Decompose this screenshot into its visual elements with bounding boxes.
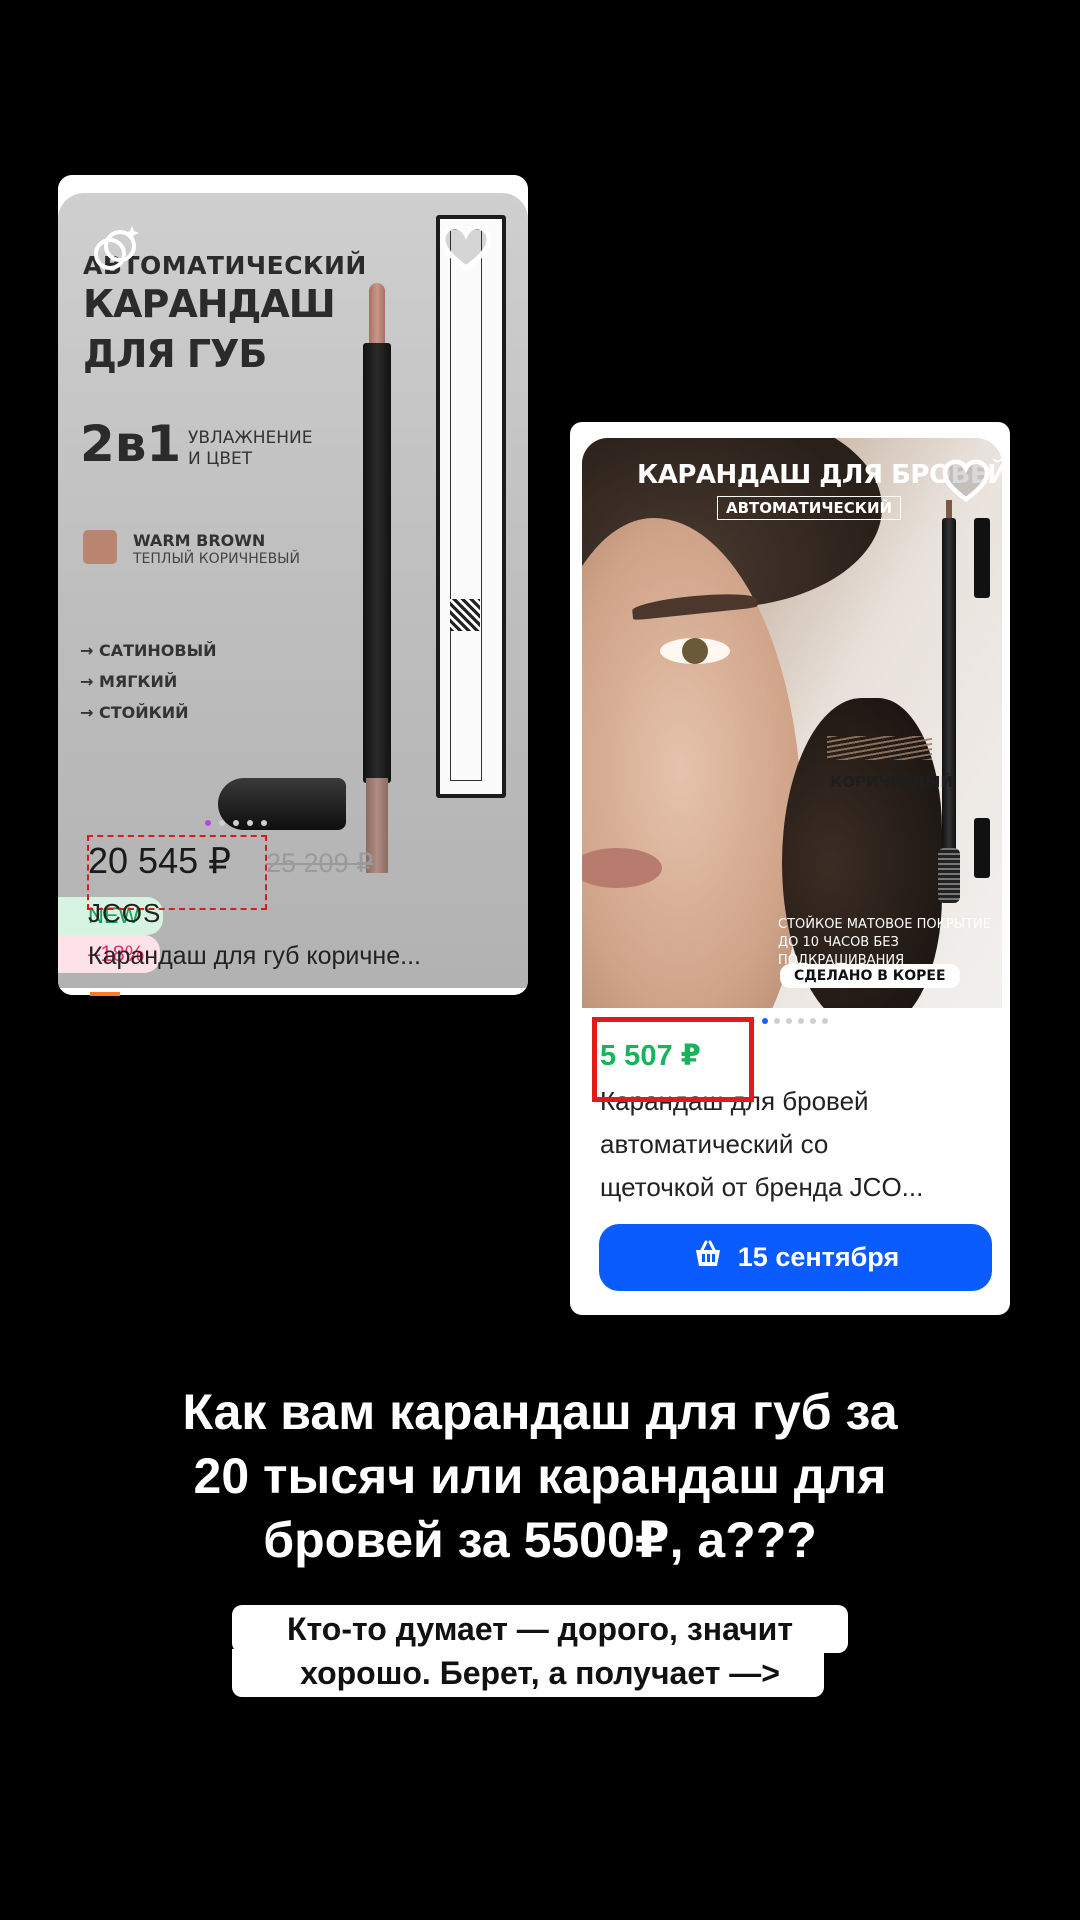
promo-benefit: УВЛАЖНЕНИЕ И ЦВЕТ	[188, 428, 313, 470]
shade-name: КОРИЧНЕВЫЙ	[830, 773, 954, 791]
feature-item: → МЯГКИЙ	[80, 672, 178, 691]
promo-line: ДЛЯ ГУБ	[83, 332, 267, 376]
favorite-heart-icon[interactable]	[940, 455, 992, 507]
origin-badge: СДЕЛАНО В КОРЕЕ	[780, 964, 960, 988]
lip-pencil-image	[363, 343, 391, 783]
favorite-heart-icon[interactable]	[440, 222, 492, 274]
shade-name-ru: ТЕПЛЫЙ КОРИЧНЕВЫЙ	[133, 551, 301, 567]
carousel-dots	[205, 820, 267, 826]
note-line: хорошо. Берет, а получает —>	[300, 1655, 780, 1691]
promo-claim: СТОЙКОЕ МАТОВОЕ ПОКРЫТИЕ ДО 10 ЧАСОВ БЕЗ…	[778, 916, 1002, 970]
pencil-cap-image	[974, 818, 990, 878]
add-to-cart-button[interactable]: 15 сентября	[599, 1224, 992, 1291]
headline-line: бровей за 5500₽, а???	[263, 1512, 817, 1568]
story-headline: Как вам карандаш для губ за 20 тысяч или…	[60, 1380, 1020, 1572]
promo-tag-strip	[90, 992, 120, 996]
carousel-dots	[762, 1018, 828, 1024]
spoolie-brush-image	[938, 848, 960, 903]
promo-benefit-line: УВЛАЖНЕНИЕ	[188, 428, 313, 448]
color-strokes-image	[827, 736, 932, 760]
product-name-line: автоматический со	[600, 1129, 829, 1159]
brow-pencil-image	[942, 518, 956, 888]
note-line: Кто-то думает — дорого, значит	[287, 1611, 793, 1647]
product-name[interactable]: Карандаш для губ коричне...	[88, 942, 421, 971]
story-note: Кто-то думает — дорого, значит хорошо. Б…	[232, 1605, 848, 1697]
pencil-tip-image	[369, 283, 385, 345]
promo-benefit-line: И ЦВЕТ	[188, 449, 253, 469]
promo-claim-line: СТОЙКОЕ МАТОВОЕ ПОКРЫТИЕ	[778, 917, 991, 932]
pencil-cap-image	[974, 518, 990, 598]
feature-item: → СТОЙКИЙ	[80, 703, 189, 722]
color-swatch	[83, 530, 117, 564]
brand-name[interactable]: JCOS	[88, 898, 161, 929]
headline-line: 20 тысяч или карандаш для	[193, 1448, 887, 1504]
promo-2in1: 2в1	[80, 415, 182, 473]
rings-icon	[88, 222, 144, 278]
qr-code-image	[450, 599, 480, 631]
model-iris-image	[682, 638, 708, 664]
price-highlight-box	[592, 1017, 754, 1102]
promo-subtitle: АВТОМАТИЧЕСКИЙ	[717, 496, 902, 520]
shade-name: WARM BROWN	[133, 531, 266, 550]
product-photo-brow-pencil[interactable]: КАРАНДАШ ДЛЯ БРОВЕЙ АВТОМАТИЧЕСКИЙ КОРИЧ…	[582, 438, 1002, 1008]
feature-item: → САТИНОВЫЙ	[80, 641, 217, 660]
basket-icon	[692, 1240, 724, 1275]
product-box-image	[436, 215, 506, 798]
delivery-date-label: 15 сентября	[737, 1242, 900, 1272]
price-old: 25 209 ₽	[266, 848, 374, 878]
promo-line: КАРАНДАШ	[83, 282, 336, 326]
headline-line: Как вам карандаш для губ за	[182, 1384, 898, 1440]
product-name-line: щеточкой от бренда JCO...	[600, 1172, 924, 1202]
